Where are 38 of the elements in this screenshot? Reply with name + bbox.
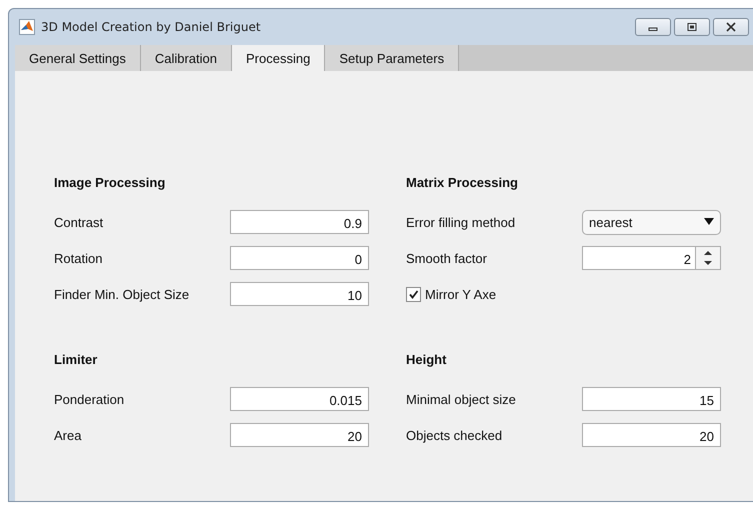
field-label: Ponderation [54, 392, 126, 406]
tab[interactable]: Setup Parameters [325, 45, 460, 71]
tab[interactable]: Calibration [140, 45, 232, 71]
field-label: Minimal object size [406, 392, 517, 406]
caret-down-icon [704, 218, 714, 226]
close-button[interactable] [713, 18, 749, 36]
input-field[interactable]: 15 [582, 387, 721, 411]
spin-up-icon[interactable] [703, 250, 713, 255]
field-label: Finder Min. Object Size [54, 286, 190, 302]
spin-down-icon[interactable] [703, 261, 713, 266]
input-field[interactable]: 0.9 [230, 210, 369, 234]
section-heading: Height [406, 352, 448, 368]
spinner-field[interactable]: 2 [582, 246, 721, 270]
close-icon [726, 22, 736, 32]
tab[interactable]: Processing [232, 45, 326, 71]
field-label: Rotation [54, 250, 104, 266]
field-label: Area [54, 428, 82, 442]
input-field[interactable]: 20 [230, 423, 369, 447]
field-label: Error filling method [406, 214, 516, 230]
dropdown[interactable]: nearest [582, 210, 721, 234]
checkbox-label: Mirror Y Axe [425, 286, 496, 302]
input-field[interactable]: 10 [230, 282, 369, 306]
field-label: Contrast [54, 214, 104, 230]
checkbox[interactable] [406, 286, 421, 302]
maximize-button[interactable] [674, 18, 710, 36]
tab[interactable]: General Settings [15, 45, 141, 71]
app-icon [19, 19, 35, 35]
section-heading: Matrix Processing [406, 175, 519, 191]
section-heading: Image Processing [54, 175, 166, 191]
minimize-button[interactable] [635, 18, 671, 36]
maximize-icon [687, 22, 697, 32]
section-heading: Limiter [54, 352, 98, 368]
field-label: Objects checked [406, 428, 504, 442]
input-field[interactable]: 20 [582, 423, 721, 447]
input-field[interactable]: 0.015 [230, 387, 369, 411]
input-field[interactable]: 0 [230, 246, 369, 270]
window-title: 3D Model Creation by Daniel Briguet [41, 20, 262, 34]
field-label: Smooth factor [406, 250, 488, 266]
